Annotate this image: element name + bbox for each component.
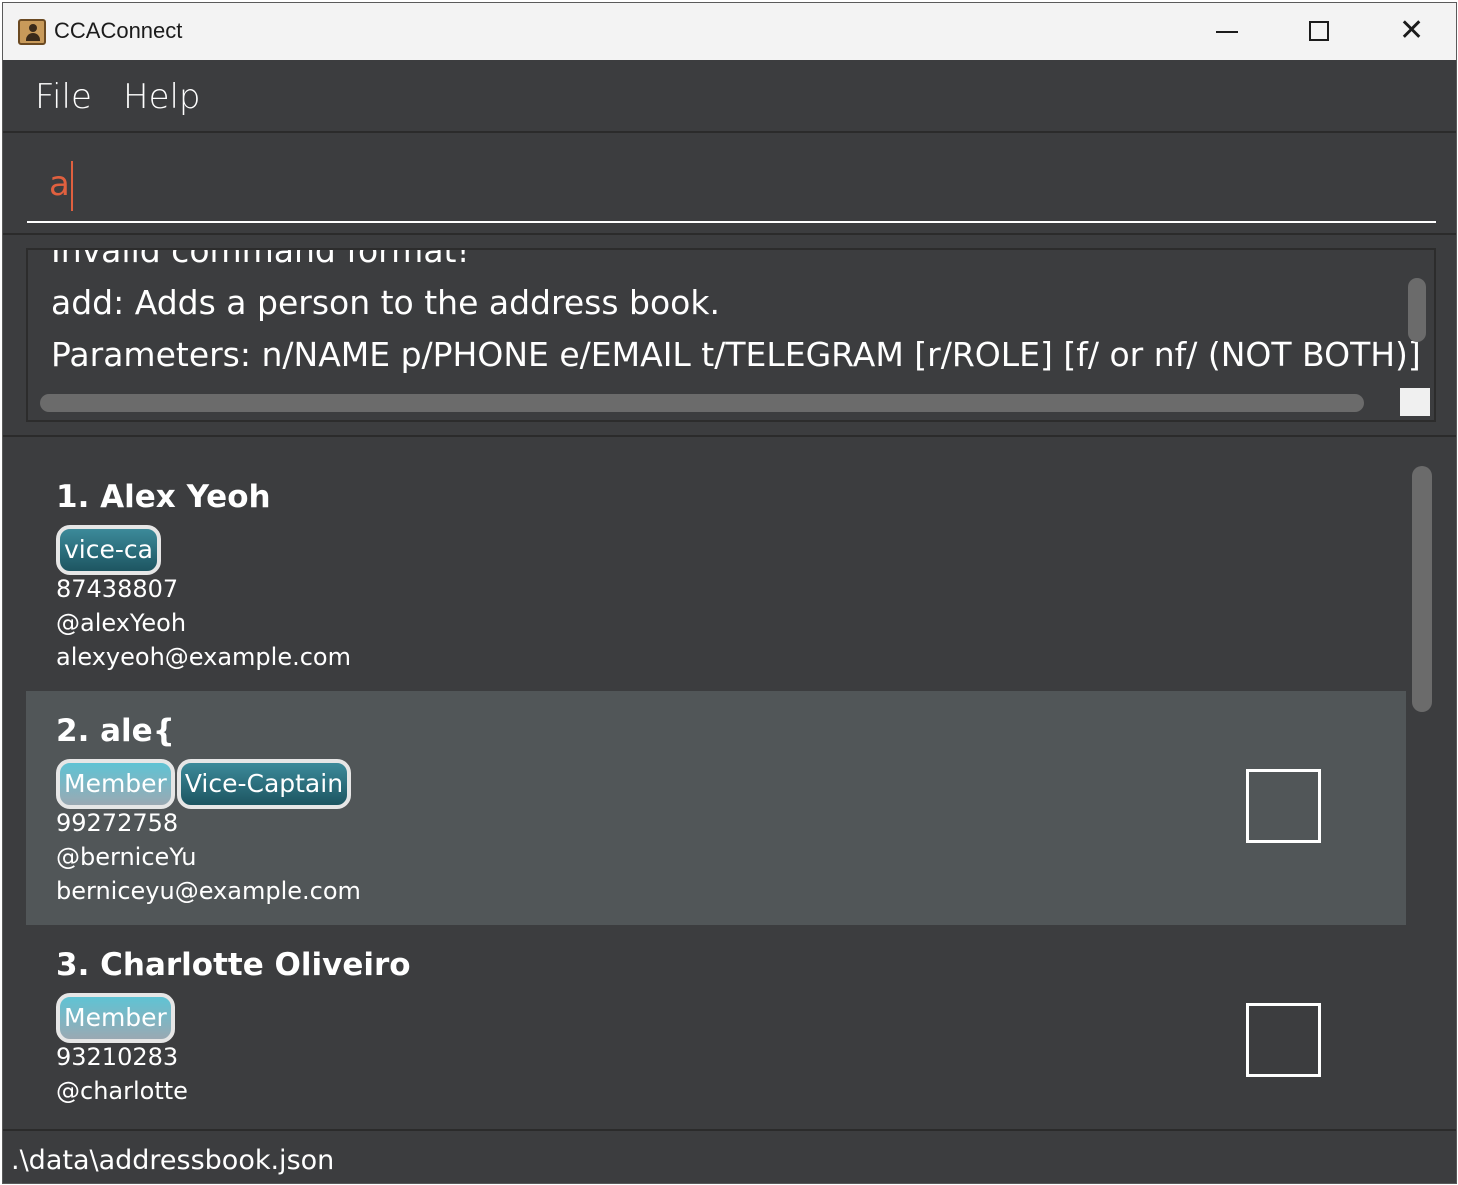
status-bar: .\data\addressbook.json: [3, 1133, 1456, 1183]
person-telegram: @alexYeoh: [56, 609, 187, 637]
close-button[interactable]: ✕: [1365, 3, 1456, 60]
person-name: 3. Charlotte Oliveiro: [56, 947, 411, 983]
person-phone: 99272758: [56, 809, 179, 837]
person-phone: 87438807: [56, 575, 179, 603]
result-display: Invalid command format! add: Adds a pers…: [3, 237, 1456, 437]
person-email: alexyeoh@example.com: [56, 643, 351, 671]
save-location: .\data\addressbook.json: [11, 1145, 335, 1176]
tag-list: Member: [56, 993, 175, 1043]
role-tag: Member: [56, 993, 175, 1043]
result-line: Parameters: n/NAME p/PHONE e/EMAIL t/TEL…: [51, 335, 1421, 374]
tag-list: vice-ca: [56, 525, 161, 575]
result-text: Invalid command format! add: Adds a pers…: [51, 248, 1421, 381]
person-telegram: @charlotte: [56, 1077, 188, 1105]
close-icon: ✕: [1399, 13, 1425, 48]
person-name: 2. ale{: [56, 713, 175, 749]
result-line: Invalid command format!: [51, 248, 470, 270]
menu-help[interactable]: Help: [123, 77, 201, 117]
result-line: add: Adds a person to the address book.: [51, 283, 720, 322]
role-tag: Member: [56, 759, 175, 809]
minimize-icon: [1216, 31, 1238, 33]
result-text-area[interactable]: Invalid command format! add: Adds a pers…: [26, 248, 1436, 422]
app-window: CCAConnect ✕ File Help a Invalid command…: [2, 2, 1457, 1184]
maximize-button[interactable]: [1273, 3, 1365, 60]
maximize-icon: [1309, 21, 1329, 41]
menu-bar: File Help: [3, 60, 1456, 132]
command-box: a: [3, 131, 1456, 235]
result-horizontal-scrollbar[interactable]: [40, 394, 1364, 412]
scrollbar-corner: [1400, 388, 1430, 416]
text-caret: [70, 160, 73, 211]
person-phone: 93210283: [56, 1043, 179, 1071]
command-input[interactable]: a: [27, 145, 1436, 223]
title-bar[interactable]: CCAConnect ✕: [3, 3, 1456, 60]
person-list[interactable]: 1. Alex Yeoh vice-ca 87438807 @alexYeoh …: [26, 457, 1406, 1110]
minimize-button[interactable]: [1181, 3, 1273, 60]
person-email: berniceyu@example.com: [56, 877, 361, 905]
role-tag: Vice-Captain: [176, 759, 352, 809]
role-tag: vice-ca: [56, 525, 161, 575]
list-vertical-scrollbar[interactable]: [1412, 466, 1432, 712]
attendance-checkbox[interactable]: [1246, 1003, 1321, 1077]
window-title: CCAConnect: [54, 18, 183, 43]
menu-file[interactable]: File: [35, 77, 92, 117]
person-name: 1. Alex Yeoh: [56, 479, 271, 515]
person-list-panel: 1. Alex Yeoh vice-ca 87438807 @alexYeoh …: [3, 439, 1456, 1131]
person-card[interactable]: 1. Alex Yeoh vice-ca 87438807 @alexYeoh …: [26, 457, 1406, 691]
person-card[interactable]: 3. Charlotte Oliveiro Member 93210283 @c…: [26, 925, 1406, 1110]
person-telegram: @berniceYu: [56, 843, 197, 871]
tag-list: Member Vice-Captain: [56, 759, 352, 809]
address-book-icon: [18, 19, 46, 45]
result-vertical-scrollbar[interactable]: [1408, 278, 1426, 342]
command-text: a: [49, 164, 70, 204]
person-card-selected[interactable]: 2. ale{ Member Vice-Captain 99272758 @be…: [26, 691, 1406, 925]
attendance-checkbox[interactable]: [1246, 769, 1321, 843]
